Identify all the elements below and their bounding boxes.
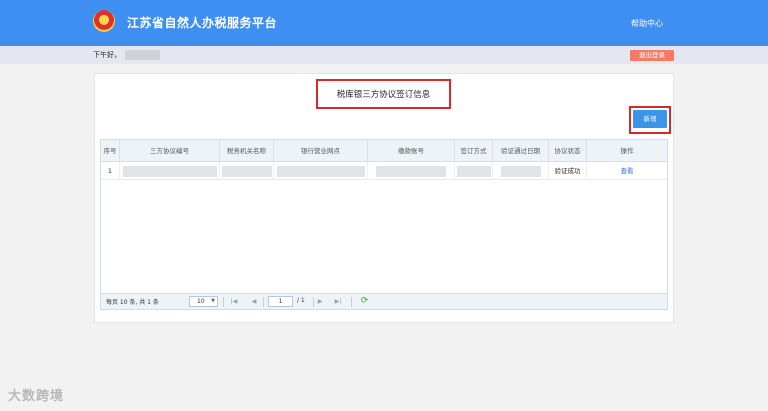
last-page-icon[interactable]: ▶| [333, 296, 343, 307]
column-header-tax-office: 税务机关名称 [220, 140, 274, 162]
prev-page-icon[interactable]: ◀ [249, 296, 259, 307]
table-header: 序号 三方协议编号 税务机关名称 银行营业网点 缴款账号 签订方式 验证通过日期… [101, 140, 667, 162]
pagination-bar: 每页 10 条, 共 1 条 10 ▼ |◀ ◀ 1 / 1 ▶ ▶| ⟳ [101, 293, 667, 309]
column-header-verified-date: 验证通过日期 [493, 140, 549, 162]
column-header-status: 协议状态 [549, 140, 587, 162]
pager-divider [223, 297, 224, 307]
cell-agreement-number-redacted [120, 162, 220, 180]
help-center-link[interactable]: 帮助中心 [631, 18, 663, 29]
pager-summary: 每页 10 条, 共 1 条 [106, 299, 159, 306]
greeting-text: 下午好， [93, 51, 121, 59]
national-emblem-icon [93, 10, 115, 32]
add-button[interactable]: 新增 [633, 110, 667, 128]
pager-divider [313, 297, 314, 307]
page-total: / 1 [297, 297, 305, 304]
cell-signing-method-redacted [455, 162, 493, 180]
page-number-input[interactable]: 1 [268, 296, 293, 307]
view-link[interactable]: 查看 [587, 162, 667, 180]
cell-status: 验证成功 [549, 162, 587, 180]
first-page-icon[interactable]: |◀ [229, 296, 239, 307]
cell-verified-date-redacted [493, 162, 549, 180]
cell-tax-office-redacted [220, 162, 274, 180]
column-header-payment-account: 缴款账号 [368, 140, 455, 162]
top-navbar: 江苏省自然人办税服务平台 帮助中心 [0, 0, 768, 46]
column-header-agreement-number: 三方协议编号 [120, 140, 220, 162]
agreement-table: 序号 三方协议编号 税务机关名称 银行营业网点 缴款账号 签订方式 验证通过日期… [100, 139, 668, 310]
redacted-username [125, 50, 160, 60]
pager-divider [351, 297, 352, 307]
app-title: 江苏省自然人办税服务平台 [127, 16, 278, 30]
refresh-icon[interactable]: ⟳ [359, 296, 370, 307]
column-header-action: 操作 [620, 147, 634, 155]
page-size-select[interactable]: 10 ▼ [189, 296, 218, 307]
watermark: 大数跨境 [8, 389, 65, 404]
page-size-value: 10 [197, 298, 205, 305]
pager-divider [263, 297, 264, 307]
column-header-bank-branch: 银行营业网点 [274, 140, 368, 162]
cell-bank-branch-redacted [274, 162, 368, 180]
cell-payment-account-redacted [368, 162, 455, 180]
table-row: 1 验证成功 查看 [101, 162, 667, 180]
column-header-signing-method: 签订方式 [455, 140, 493, 162]
chevron-down-icon: ▼ [211, 298, 215, 304]
cell-index: 1 [101, 162, 120, 180]
page-title: 税库银三方协议签订信息 [336, 90, 431, 100]
column-header-index: 序号 [101, 140, 120, 162]
next-page-icon[interactable]: ▶ [315, 296, 325, 307]
logout-button[interactable]: 退出登录 [630, 50, 674, 61]
user-bar: 下午好， 退出登录 [0, 46, 768, 64]
